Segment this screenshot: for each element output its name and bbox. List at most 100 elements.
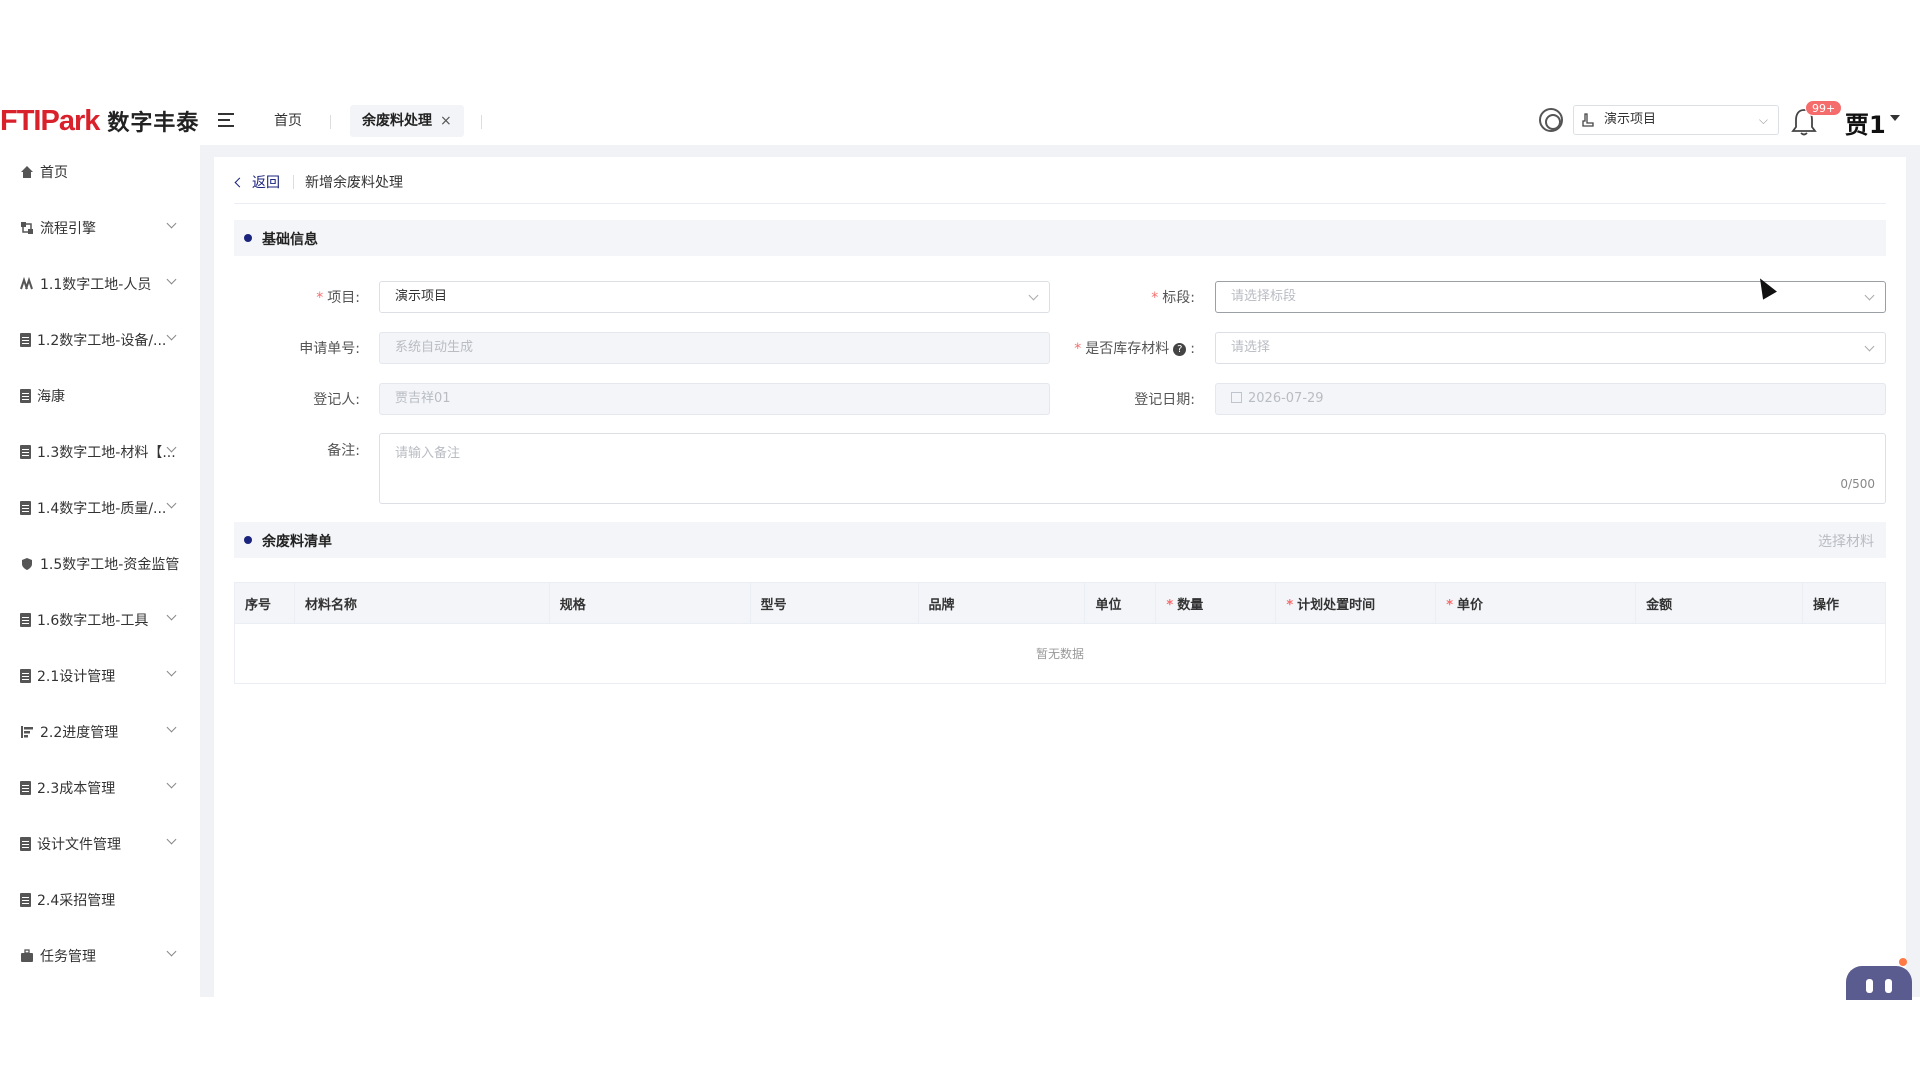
col-header: 单位 [1084, 582, 1157, 624]
label-text: 项目: [327, 290, 360, 306]
registrant-field: 贾吉祥01 [379, 383, 1050, 415]
project-select[interactable]: 演示项目 ⌵ [1573, 105, 1779, 135]
menu-collapse-icon[interactable] [216, 109, 238, 131]
help-circle-icon[interactable]: ? [1173, 343, 1187, 356]
remark-placeholder: 请输入备注 [395, 446, 461, 461]
segment-placeholder: 请选择标段 [1231, 289, 1297, 304]
chevron-down-icon [166, 498, 177, 509]
section-segment-label: * 标段: [1151, 287, 1195, 307]
apply-no-placeholder: 系统自动生成 [395, 340, 474, 355]
user-name[interactable]: 贾1 [1845, 105, 1886, 140]
project-select-value: 演示项目 [1604, 112, 1657, 127]
tab-scrap-processing[interactable]: 余废料处理 × [350, 105, 464, 137]
sidebar-item-label: 1.2数字工地-设备/... [37, 333, 167, 349]
sidebar-item-label: 设计文件管理 [37, 837, 121, 853]
materials-section-header: 余废料清单 选择材料 [234, 522, 1886, 558]
close-icon[interactable]: × [440, 113, 452, 129]
back-button[interactable]: 返回 [234, 172, 280, 192]
col-header-text: 单价 [1457, 597, 1484, 613]
col-header: 型号 [749, 582, 919, 624]
doc-icon [20, 445, 31, 459]
caret-down-icon[interactable] [1890, 115, 1900, 121]
reg-date-label: 登记日期: [1134, 392, 1195, 408]
logo-text-en: FTIPark [0, 104, 100, 137]
sidebar-item-materials[interactable]: 1.3数字工地-材料【... [0, 432, 200, 472]
required-mark: * [316, 290, 324, 306]
label-text: 标段: [1162, 290, 1195, 306]
section-title: 余废料清单 [262, 534, 332, 550]
tab-home[interactable]: 首页 [270, 107, 306, 135]
col-header-text: 计划处置时间 [1297, 597, 1376, 613]
col-header: 品牌 [917, 582, 1086, 624]
tab-divider [481, 115, 482, 129]
remark-textarea[interactable]: 请输入备注 0/500 [379, 433, 1886, 504]
table-header-row: 序号 材料名称 规格 型号 品牌 单位 * 数量 * 计划处置时间 * 单价 金额 操… [234, 582, 1887, 624]
sidebar-item-label: 海康 [37, 389, 65, 405]
sidebar-item-label: 2.3成本管理 [37, 781, 116, 797]
chevron-down-icon [166, 610, 177, 621]
sidebar-item-label: 1.1数字工地-人员 [40, 277, 152, 293]
sidebar-item-funds[interactable]: 1.5数字工地-资金监管 [0, 544, 200, 584]
sidebar-item-personnel[interactable]: 1.1数字工地-人员 [0, 264, 200, 304]
apply-no-label: 申请单号: [299, 341, 360, 357]
assistant-robot-icon[interactable] [1846, 966, 1912, 1000]
back-label: 返回 [252, 175, 280, 191]
sidebar-item-label: 1.3数字工地-材料【... [37, 445, 176, 461]
sidebar-item-label: 首页 [40, 165, 68, 181]
sidebar-item-cost[interactable]: 2.3成本管理 [0, 768, 200, 808]
chevron-down-icon [166, 946, 177, 957]
doc-icon [20, 669, 31, 683]
notification-badge: 99+ [1805, 100, 1843, 116]
required-mark: * [1286, 597, 1294, 613]
col-header: 规格 [548, 582, 751, 624]
logo: FTIPark 数字丰泰 [0, 97, 199, 145]
table-row-empty: 暂无数据 [234, 623, 1886, 684]
sidebar-item-label: 2.4采招管理 [37, 893, 116, 909]
tab-divider [330, 115, 331, 129]
chevron-down-icon [166, 218, 177, 229]
home-icon [21, 166, 33, 178]
sidebar-item-workflow[interactable]: 流程引擎 [0, 208, 200, 248]
sidebar-item-design-files[interactable]: 设计文件管理 [0, 824, 200, 864]
sidebar-item-home[interactable]: 首页 [0, 152, 200, 192]
col-header-text: 数量 [1177, 597, 1204, 613]
segment-select-field[interactable]: 请选择标段 [1215, 281, 1886, 313]
chevron-down-icon: ⌵ [1758, 113, 1768, 127]
col-header: 序号 [234, 582, 295, 624]
label-colon: : [1190, 341, 1195, 357]
project-label: * 项目: [316, 287, 360, 307]
materials-table: 序号 材料名称 规格 型号 品牌 单位 * 数量 * 计划处置时间 * 单价 金额 操… [234, 582, 1887, 684]
scrollbar-track[interactable] [1906, 145, 1920, 997]
is-stock-placeholder: 请选择 [1231, 340, 1271, 355]
sidebar-item-equipment[interactable]: 1.2数字工地-设备/... [0, 320, 200, 360]
sidebar-item-label: 任务管理 [40, 949, 96, 965]
sidebar-item-quality[interactable]: 1.4数字工地-质量/... [0, 488, 200, 528]
chevron-down-icon [166, 778, 177, 789]
is-stock-select-field[interactable]: 请选择 [1215, 332, 1886, 364]
help-icon[interactable] [1539, 108, 1563, 132]
sidebar-item-procurement[interactable]: 2.4采招管理 [0, 880, 200, 920]
sidebar-item-design[interactable]: 2.1设计管理 [0, 656, 200, 696]
col-header-required: * 计划处置时间 [1275, 582, 1437, 624]
doc-icon [20, 837, 31, 851]
sidebar-item-label: 1.6数字工地-工具 [37, 613, 149, 629]
shield-icon [22, 558, 32, 570]
sidebar-item-hikvision[interactable]: 海康 [0, 376, 200, 416]
sidebar-item-progress[interactable]: 2.2进度管理 [0, 712, 200, 752]
label-text: 是否库存材料 [1085, 341, 1170, 357]
workflow-icon [21, 222, 33, 234]
project-select-field[interactable]: 演示项目 [379, 281, 1050, 313]
chevron-down-icon [166, 330, 177, 341]
chevron-down-icon [166, 274, 177, 285]
select-material-button[interactable]: 选择材料 [1818, 531, 1874, 551]
sidebar-item-label: 2.1设计管理 [37, 669, 116, 685]
sidebar-item-tools[interactable]: 1.6数字工地-工具 [0, 600, 200, 640]
bullet-icon [244, 234, 252, 242]
col-header: 材料名称 [293, 582, 550, 624]
sidebar-item-tasks[interactable]: 任务管理 [0, 936, 200, 976]
sidebar-item-label: 1.4数字工地-质量/... [37, 501, 167, 517]
section-title: 基础信息 [262, 232, 318, 248]
calendar-icon [1231, 392, 1242, 403]
required-mark: * [1151, 290, 1159, 306]
registrant-label: 登记人: [313, 392, 360, 408]
